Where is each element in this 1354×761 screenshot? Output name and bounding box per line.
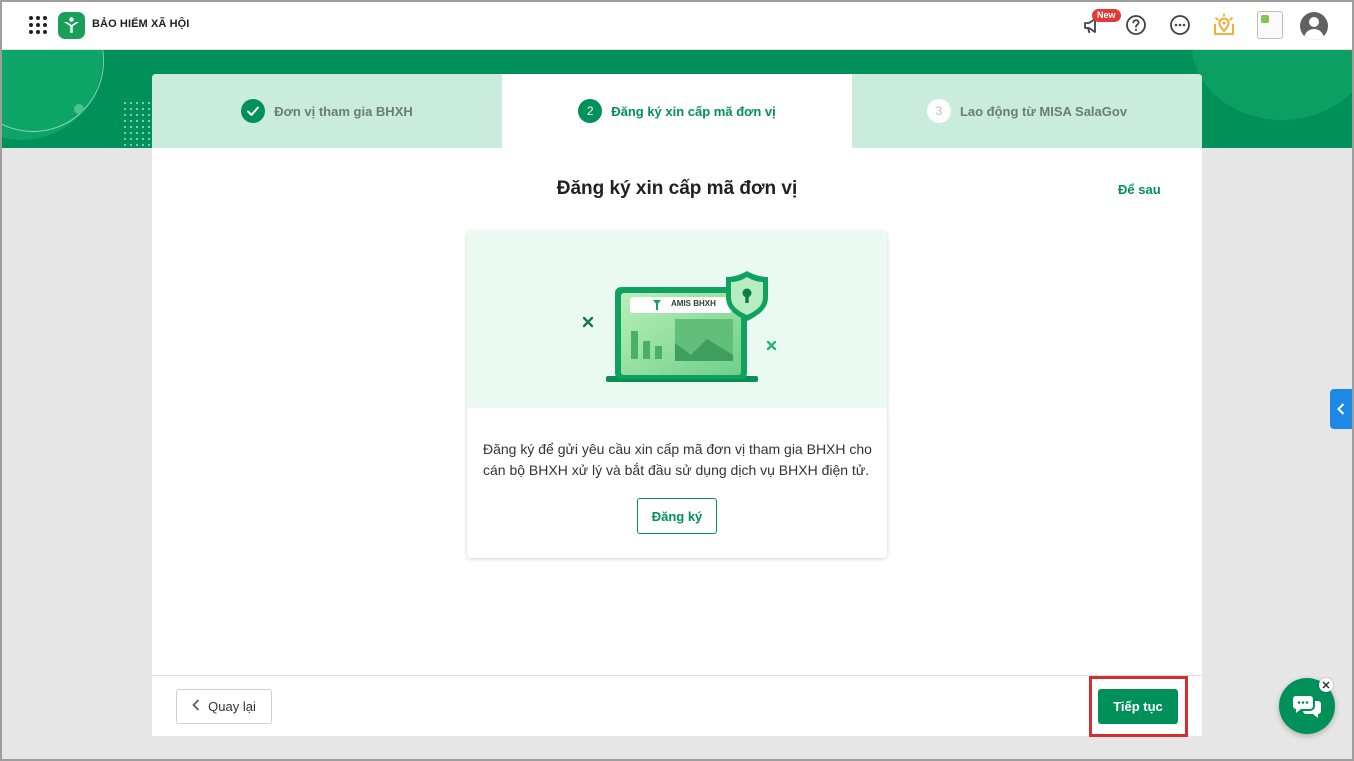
step-2[interactable]: 2 Đăng ký xin cấp mã đơn vị <box>502 74 852 148</box>
register-info-card: AMIS BHXH Đăng ký để gửi yêu cầu xin cấp… <box>467 231 887 558</box>
location-icon[interactable] <box>1211 12 1237 38</box>
top-bar: BẢO HIỂM XÃ HỘI New <box>0 0 1354 50</box>
app-logo <box>58 12 85 39</box>
step-3[interactable]: 3 Lao động từ MISA SalaGov <box>852 74 1202 148</box>
side-panel-toggle[interactable] <box>1330 389 1352 429</box>
step-2-number: 2 <box>578 99 603 123</box>
chat-icon <box>1293 696 1321 718</box>
register-button[interactable]: Đăng ký <box>637 498 717 534</box>
stepper: Đơn vị tham gia BHXH 2 Đăng ký xin cấp m… <box>152 74 1202 148</box>
next-button[interactable]: Tiếp tục <box>1098 689 1178 724</box>
back-button[interactable]: Quay lại <box>176 689 272 724</box>
step-1[interactable]: Đơn vị tham gia BHXH <box>152 74 502 148</box>
later-link[interactable]: Để sau <box>1118 182 1161 197</box>
back-button-label: Quay lại <box>208 699 256 714</box>
step-1-check-icon <box>241 99 266 123</box>
apps-grid-icon[interactable] <box>29 16 47 34</box>
wizard-footer: Quay lại Tiếp tục <box>152 675 1202 736</box>
profile-image[interactable] <box>1257 11 1283 39</box>
illustration-label: AMIS BHXH <box>671 299 716 308</box>
chevron-left-icon <box>1337 403 1345 415</box>
step-1-label: Đơn vị tham gia BHXH <box>274 103 413 119</box>
chevron-left-icon <box>192 699 200 714</box>
step-2-label: Đăng ký xin cấp mã đơn vị <box>611 103 776 119</box>
step-3-number: 3 <box>926 99 951 123</box>
app-title: BẢO HIỂM XÃ HỘI <box>92 18 190 30</box>
user-avatar-icon[interactable] <box>1300 12 1328 40</box>
more-icon[interactable] <box>1167 12 1193 38</box>
step-3-label: Lao động từ MISA SalaGov <box>959 103 1128 119</box>
laptop-shield-illustration: AMIS BHXH <box>467 231 887 408</box>
help-icon[interactable] <box>1123 12 1149 38</box>
chat-close-icon[interactable] <box>1319 678 1333 692</box>
wizard-card: Đơn vị tham gia BHXH 2 Đăng ký xin cấp m… <box>152 74 1202 736</box>
new-badge: New <box>1092 9 1121 22</box>
register-description: Đăng ký để gửi yêu cầu xin cấp mã đơn vị… <box>483 441 872 478</box>
page-title: Đăng ký xin cấp mã đơn vị <box>556 178 798 199</box>
